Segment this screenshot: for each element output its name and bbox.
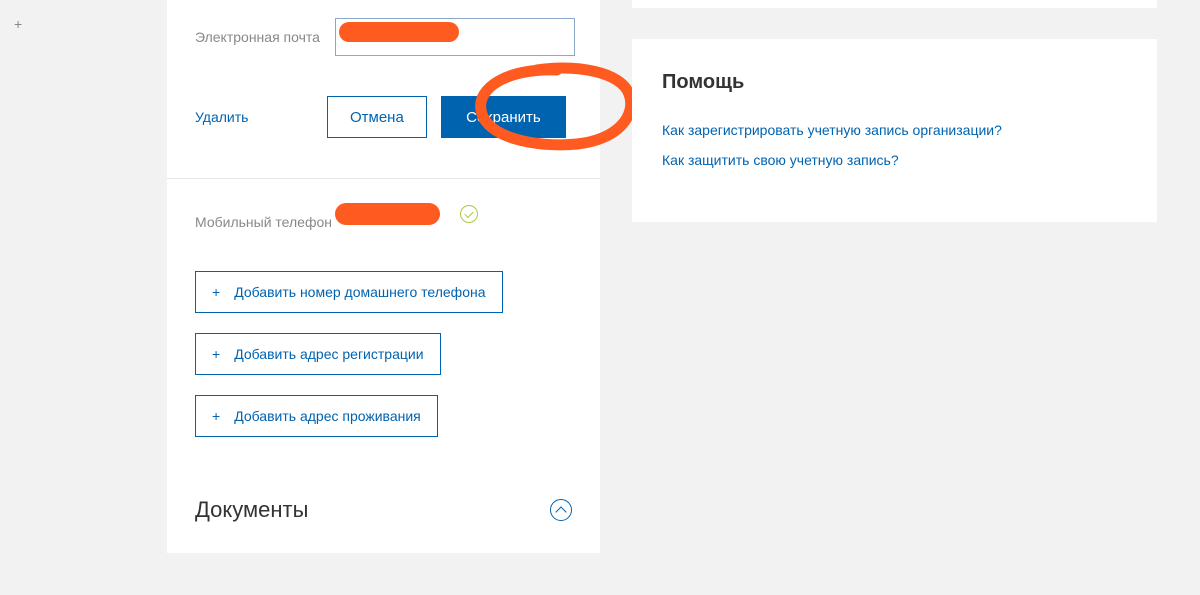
- save-button[interactable]: Сохранить: [441, 96, 566, 138]
- main-card: Электронная почта Удалить Отмена Сохрани…: [167, 0, 600, 553]
- add-res-address-button[interactable]: + Добавить адрес проживания: [195, 395, 438, 437]
- phone-value-area: [335, 203, 478, 225]
- add-home-phone-label: Добавить номер домашнего телефона: [234, 284, 485, 300]
- help-card: Помощь Как зарегистрировать учетную запи…: [632, 39, 1157, 222]
- redaction-phone: [335, 203, 440, 225]
- cancel-button[interactable]: Отмена: [327, 96, 427, 138]
- email-input[interactable]: [335, 18, 575, 56]
- email-label: Электронная почта: [195, 18, 335, 46]
- delete-link[interactable]: Удалить: [195, 109, 327, 125]
- verified-check-icon: [460, 205, 478, 223]
- add-buttons-group: + Добавить номер домашнего телефона + До…: [167, 231, 600, 467]
- plus-icon: +: [212, 346, 220, 362]
- documents-section-header: Документы: [167, 467, 600, 533]
- phone-label: Мобильный телефон: [195, 203, 335, 231]
- divider: [167, 178, 600, 179]
- add-reg-address-label: Добавить адрес регистрации: [234, 346, 423, 362]
- help-link-register-org[interactable]: Как зарегистрировать учетную запись орга…: [662, 122, 1127, 138]
- email-row: Электронная почта: [167, 0, 600, 56]
- side-card-stub: [632, 0, 1157, 8]
- chevron-up-icon[interactable]: [550, 499, 572, 521]
- email-field-wrap: [335, 18, 580, 56]
- plus-icon: +: [212, 408, 220, 424]
- add-res-address-label: Добавить адрес проживания: [234, 408, 421, 424]
- plus-corner-icon: +: [14, 16, 22, 32]
- add-home-phone-button[interactable]: + Добавить номер домашнего телефона: [195, 271, 503, 313]
- add-reg-address-button[interactable]: + Добавить адрес регистрации: [195, 333, 441, 375]
- actions-row: Удалить Отмена Сохранить: [167, 56, 600, 168]
- help-link-protect-account[interactable]: Как защитить свою учетную запись?: [662, 152, 1127, 168]
- plus-icon: +: [212, 284, 220, 300]
- phone-row: Мобильный телефон: [167, 203, 600, 231]
- help-title: Помощь: [662, 71, 1127, 94]
- documents-title: Документы: [195, 497, 308, 523]
